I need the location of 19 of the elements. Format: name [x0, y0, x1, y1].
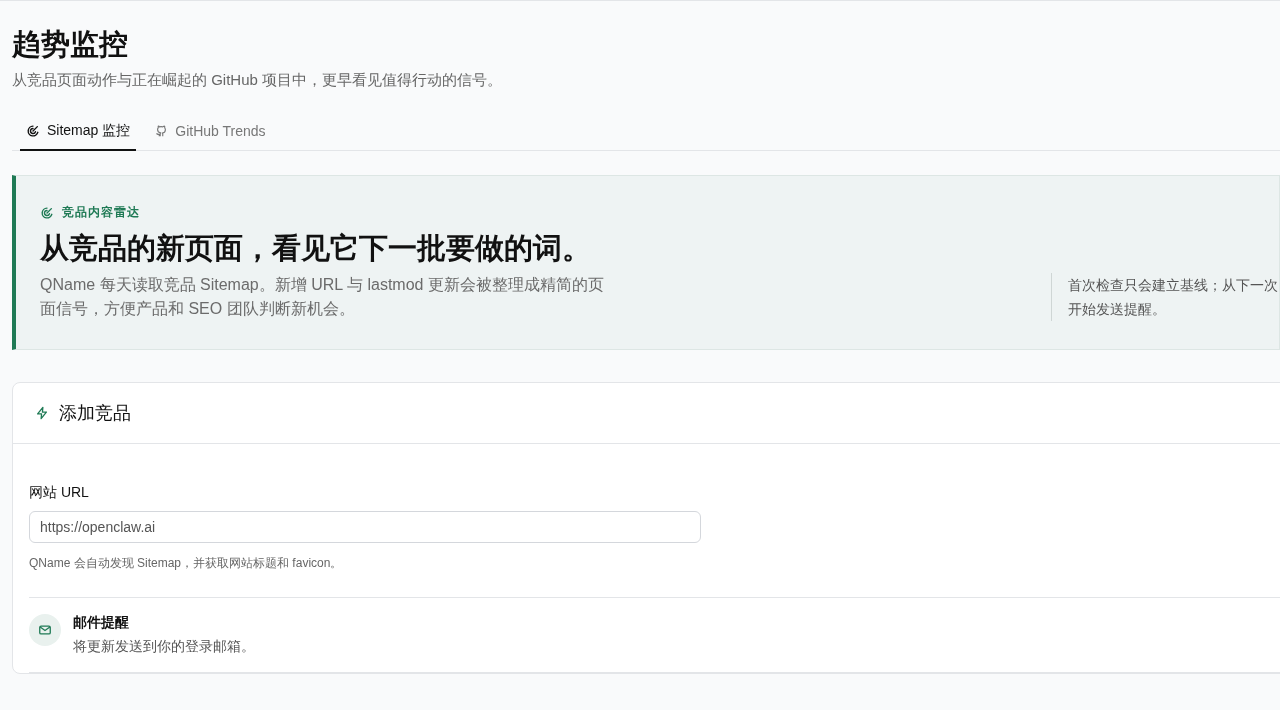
baseline-note: 首次检查只会建立基线；从下一次开始发送提醒。 — [1051, 273, 1279, 321]
card-title: 添加竞品 — [59, 402, 131, 425]
eyebrow-label: 竞品内容雷达 — [62, 204, 140, 221]
lightning-icon — [35, 406, 49, 420]
tab[interactable]: GitHub Trends — [148, 118, 272, 151]
hero-description: QName 每天读取竞品 Sitemap。新增 URL 与 lastmod 更新会被整理成精简的页面信号，方便产品和 SEO 团队判断新机会。 — [40, 275, 605, 319]
email-alert-title: 邮件提醒 — [73, 614, 130, 632]
radar-icon — [40, 205, 54, 220]
email-alert-description: 将更新发送到你的登录邮箱。 — [73, 638, 255, 656]
url-field[interactable]: https://openclaw.ai — [29, 511, 701, 543]
page-title: 趋势监控 — [12, 27, 129, 62]
page-subtitle: 从竞品页面动作与正在崛起的 GitHub 项目中，更早看见值得行动的信号。 — [12, 71, 504, 90]
field-label: 网站 URL — [29, 484, 90, 502]
radar-icon — [26, 124, 40, 138]
tab[interactable]: Sitemap 监控 — [20, 118, 137, 151]
mail-icon — [29, 614, 61, 646]
field-help-text: QName 会自动发现 Sitemap，并获取网站标题和 favicon。 — [29, 555, 344, 572]
hero-headline: 从竞品的新页面，看见它下一批要做的词。 — [40, 231, 592, 266]
github-icon — [154, 124, 169, 138]
